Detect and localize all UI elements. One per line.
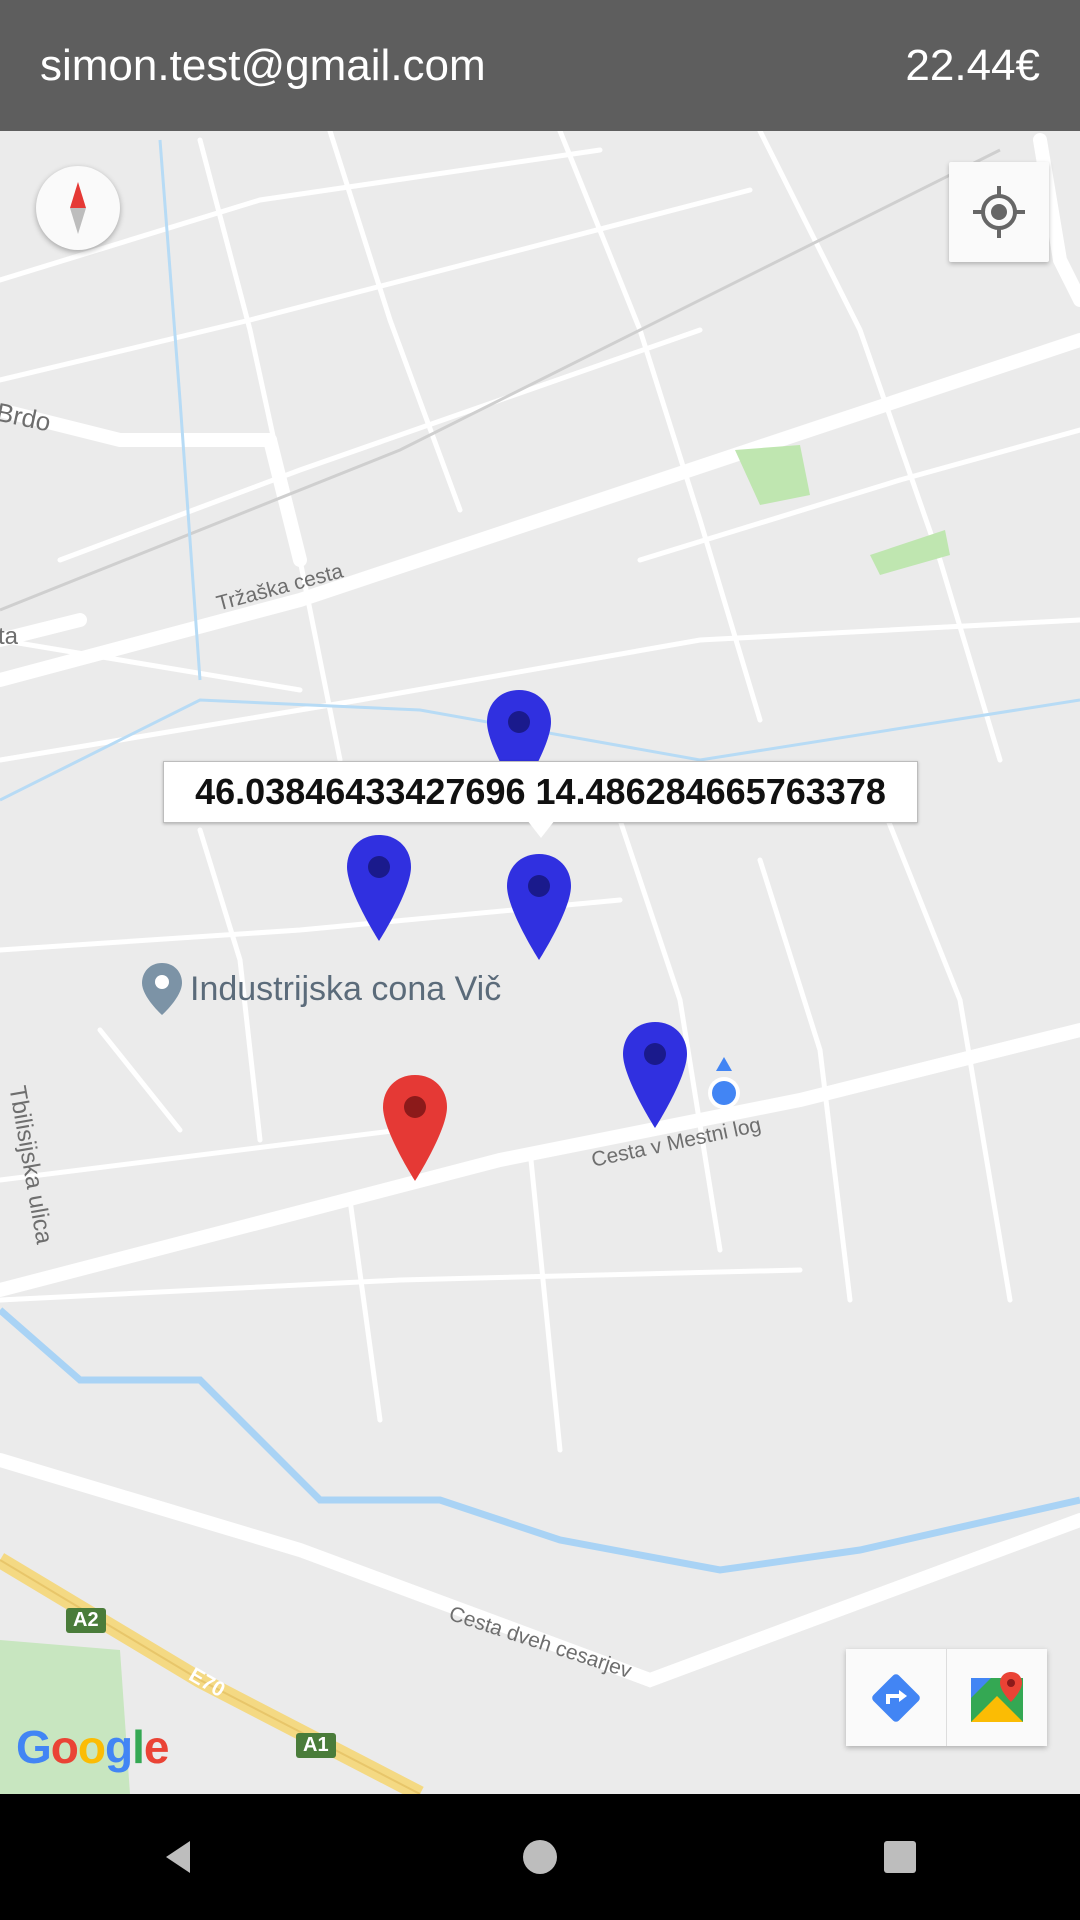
google-maps-icon [971, 1671, 1023, 1722]
home-icon [523, 1840, 557, 1874]
nav-home-button[interactable] [500, 1817, 580, 1897]
open-in-maps-button[interactable] [946, 1649, 1047, 1746]
marker-pin-icon [347, 835, 411, 941]
place-pin-icon [142, 963, 182, 1015]
marker-pin-icon [507, 854, 571, 960]
map-marker-blue[interactable] [345, 833, 413, 943]
poi-label: Industrijska cona Vič [190, 969, 502, 1008]
map-marker-blue[interactable] [505, 852, 573, 962]
my-location-icon [973, 186, 1025, 238]
directions-icon [872, 1673, 920, 1722]
user-location-icon [708, 1057, 740, 1109]
marker-info-window[interactable]: 46.03846433427696 14.486284665763378 [163, 761, 918, 823]
street-label-ta: ta [0, 623, 19, 650]
balance: 22.44€ [905, 40, 1040, 90]
map-marker-blue[interactable] [621, 1020, 689, 1130]
google-logo: Google [16, 1721, 169, 1773]
back-icon [166, 1841, 190, 1873]
nav-back-button[interactable] [140, 1817, 220, 1897]
road-shield-a1: A1 [296, 1733, 336, 1758]
compass-button[interactable] [36, 166, 120, 250]
map-marker-red[interactable] [381, 1073, 449, 1183]
road-shield-a2: A2 [66, 1608, 106, 1633]
system-nav-bar [0, 1794, 1080, 1920]
user-email: simon.test@gmail.com [40, 40, 486, 90]
top-bar: simon.test@gmail.com 22.44€ [0, 0, 1080, 131]
compass-icon [70, 182, 86, 234]
map-toolbar [846, 1649, 1047, 1746]
info-window-tail [527, 820, 555, 838]
directions-button[interactable] [846, 1649, 946, 1746]
nav-recents-button[interactable] [860, 1817, 940, 1897]
recents-icon [884, 1841, 916, 1873]
marker-pin-icon [383, 1075, 447, 1181]
my-location-button[interactable] [949, 162, 1049, 262]
marker-pin-icon [623, 1022, 687, 1128]
poi-industrijska-cona[interactable]: Industrijska cona Vič [140, 961, 501, 1017]
